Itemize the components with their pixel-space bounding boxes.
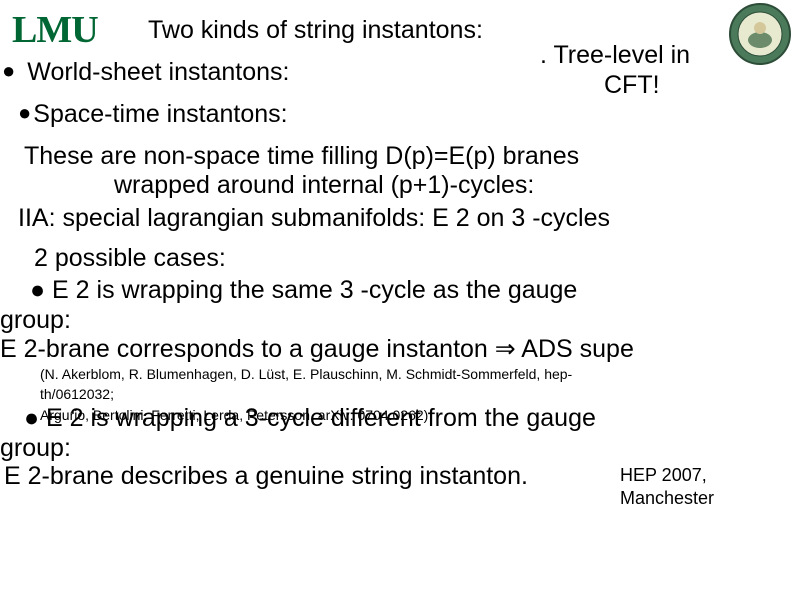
tree-level-note: . Tree-level in CFT! [540, 40, 690, 100]
e2-gauge-line: E 2-brane corresponds to a gauge instant… [0, 334, 800, 364]
tree-level-line1: . Tree-level in [540, 41, 690, 69]
bullet-dot-icon: ● [2, 58, 15, 83]
ref-line1: (N. Akerblom, R. Blumenhagen, D. Lüst, E… [40, 366, 572, 382]
paragraph-iia: IIA: special lagrangian submanifolds: E … [18, 204, 794, 233]
slide-footer: HEP 2007, Manchester [620, 464, 714, 511]
max-planck-logo [728, 2, 792, 66]
cases-intro: 2 possible cases: [34, 244, 794, 273]
bullet-dot-icon: ● [18, 100, 31, 125]
p1-line2: wrapped around internal (p+1)-cycles: [24, 171, 794, 200]
footer-line2: Manchester [620, 488, 714, 508]
group-2: group: [0, 434, 71, 463]
footer-line1: HEP 2007, [620, 465, 707, 485]
slide-title: Two kinds of string instantons: [148, 16, 483, 45]
bullet-space-time-label: Space-time instantons: [33, 100, 287, 128]
case-1: ● E 2 is wrapping the same 3 -cycle as t… [30, 276, 800, 305]
group-1: group: [0, 306, 71, 335]
paragraph-branes: These are non-space time filling D(p)=E(… [24, 142, 794, 200]
bullet-world-sheet-label: World-sheet instantons: [27, 58, 289, 86]
bullet-world-sheet: ● World-sheet instantons: [2, 58, 289, 87]
lmu-logo: LMU [12, 8, 98, 52]
p1-line1: These are non-space time filling D(p)=E(… [24, 142, 579, 170]
tree-level-line2: CFT! [540, 71, 660, 99]
ref-line2: th/0612032; [40, 386, 114, 402]
case-2: ● E 2 is wrapping a 3-cycle different fr… [24, 404, 800, 433]
bullet-space-time: ●Space-time instantons: [18, 100, 288, 129]
